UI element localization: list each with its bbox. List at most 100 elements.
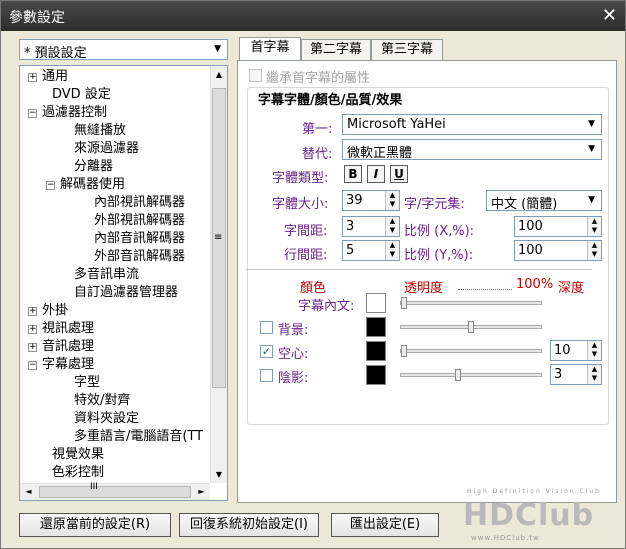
- color-row-checkbox[interactable]: [260, 321, 273, 334]
- stepper-arrows-icon[interactable]: ▲ ▼: [385, 217, 399, 236]
- opacity-slider[interactable]: [400, 321, 542, 333]
- opacity-slider[interactable]: [400, 297, 542, 309]
- char-spacing-label: 字間距:: [284, 224, 328, 239]
- tree-item-label: 特效/對齊: [74, 393, 131, 408]
- slider-knob[interactable]: [455, 369, 461, 381]
- color-row-checkbox[interactable]: [260, 369, 273, 382]
- opacity-slider[interactable]: [400, 345, 542, 357]
- primary-font-dropdown[interactable]: Microsoft YaHei ▼: [342, 114, 602, 135]
- expand-icon[interactable]: +: [28, 343, 37, 352]
- tree-horizontal-scrollbar[interactable]: ◄ III ►: [20, 482, 210, 500]
- opacity-percent: 100%: [516, 277, 554, 292]
- underline-button[interactable]: U: [390, 165, 408, 183]
- depth-stepper[interactable]: 3 ▲ ▼: [550, 364, 602, 385]
- watermark-tagline: High Definition Vision Club: [467, 488, 601, 495]
- divider: [246, 269, 592, 270]
- tab-third-subtitle[interactable]: 第三字幕: [371, 39, 443, 61]
- color-swatch[interactable]: [366, 341, 386, 361]
- alternate-font-label: 替代:: [302, 147, 333, 162]
- color-header: 顏色: [300, 281, 327, 296]
- collapse-icon[interactable]: −: [28, 361, 37, 370]
- tab-second-subtitle[interactable]: 第二字幕: [301, 39, 371, 61]
- bold-button[interactable]: B: [344, 165, 362, 183]
- slider-knob[interactable]: [401, 345, 407, 357]
- depth-value: 3: [554, 367, 563, 382]
- depth-stepper[interactable]: 10 ▲ ▼: [550, 340, 602, 361]
- charset-dropdown[interactable]: 中文 (簡體) ▼: [486, 190, 602, 212]
- tab-first-subtitle[interactable]: 首字幕: [239, 37, 301, 61]
- scroll-up-icon[interactable]: ▲: [211, 66, 227, 83]
- stepper-arrows-icon[interactable]: ▲ ▼: [587, 217, 601, 236]
- title-bar: 參數設定 ✕: [1, 1, 625, 31]
- subtitle-settings-panel: 繼承首字幕的屬性 字幕字體/顏色/品質/效果 第一: Microsoft YaH…: [237, 60, 617, 503]
- color-row-checkbox[interactable]: ✓: [260, 345, 273, 358]
- restore-default-button[interactable]: 回復系統初始設定(I): [179, 513, 319, 537]
- color-swatch[interactable]: [366, 293, 386, 313]
- scroll-right-icon[interactable]: ►: [193, 484, 210, 500]
- inherit-checkbox[interactable]: [249, 69, 262, 82]
- close-icon[interactable]: ✕: [602, 5, 617, 26]
- alternate-font-dropdown[interactable]: 微軟正黑體 ▼: [342, 139, 602, 161]
- color-swatch[interactable]: [366, 365, 386, 385]
- scale-x-label: 比例 (X,%):: [404, 224, 475, 239]
- tree-item-label: 音訊處理: [42, 339, 95, 354]
- expand-icon[interactable]: +: [28, 325, 37, 334]
- font-style-label: 字體類型:: [272, 171, 329, 186]
- preferences-window: 參數設定 ✕ * 預設設定 ▼ + 通用 DVD 設定 − 過濾器控制 無縫播放 來源過濾器…: [0, 0, 626, 549]
- char-spacing-stepper[interactable]: 3 ▲ ▼: [342, 216, 400, 237]
- opacity-slider[interactable]: [400, 369, 542, 381]
- chevron-down-icon: ▼: [588, 119, 595, 129]
- tree-item-label: 資料夾設定: [74, 411, 140, 426]
- tree-item-label: 來源過濾器: [74, 141, 140, 156]
- preset-dropdown[interactable]: * 預設設定 ▼: [19, 39, 228, 61]
- scale-x-stepper[interactable]: 100 ▲ ▼: [514, 216, 602, 237]
- color-row-label: 空心:: [278, 347, 309, 362]
- tree-item-label: 色彩控制: [52, 465, 105, 480]
- group-title: 字幕字體/顏色/品質/效果: [256, 89, 405, 108]
- scroll-down-icon[interactable]: ▼: [211, 466, 227, 483]
- tree-item-label: DVD 設定: [52, 87, 111, 102]
- collapse-icon[interactable]: −: [46, 181, 55, 190]
- charset-value: 中文 (簡體): [491, 197, 558, 212]
- depth-value: 10: [554, 343, 571, 358]
- color-row-label: 背景:: [278, 323, 309, 338]
- tree-item-label: 外部音訊解碼器: [94, 249, 186, 264]
- color-swatch[interactable]: [366, 317, 386, 337]
- line-spacing-stepper[interactable]: 5 ▲ ▼: [342, 240, 400, 261]
- settings-tree: + 通用 DVD 設定 − 過濾器控制 無縫播放 來源過濾器 分離器 − 解碼器使用 內部視訊解碼器…: [19, 65, 228, 501]
- slider-knob[interactable]: [401, 297, 407, 309]
- stepper-arrows-icon[interactable]: ▲ ▼: [587, 341, 601, 360]
- tree-item-label: 內部音訊解碼器: [94, 231, 186, 246]
- italic-button[interactable]: I: [367, 165, 385, 183]
- tree-item-label: 多音訊串流: [74, 267, 140, 282]
- stepper-arrows-icon[interactable]: ▲ ▼: [587, 241, 601, 260]
- alternate-font-value: 微軟正黑體: [347, 146, 413, 161]
- slider-knob[interactable]: [468, 321, 474, 333]
- expand-icon[interactable]: +: [28, 307, 37, 316]
- tree-item-label: 視覺效果: [52, 447, 105, 462]
- color-row-label: 字幕內文:: [298, 299, 355, 314]
- stepper-arrows-icon[interactable]: ▲ ▼: [385, 241, 399, 260]
- depth-header: 深度: [558, 281, 585, 296]
- stepper-arrows-icon[interactable]: ▲ ▼: [587, 365, 601, 384]
- scale-x-value: 100: [518, 219, 543, 234]
- scroll-left-icon[interactable]: ◄: [20, 484, 37, 500]
- export-settings-button[interactable]: 匯出設定(E): [331, 513, 439, 537]
- scale-y-stepper[interactable]: 100 ▲ ▼: [514, 240, 602, 261]
- expand-icon[interactable]: +: [28, 73, 37, 82]
- opacity-header: 透明度: [404, 281, 444, 296]
- tree-item-label: 自訂過濾器管理器: [74, 285, 179, 300]
- restore-current-button[interactable]: 還原當前的設定(R): [19, 513, 171, 537]
- h-scroll-thumb[interactable]: [39, 486, 191, 498]
- collapse-icon[interactable]: −: [28, 109, 37, 118]
- chevron-down-icon: ▼: [588, 144, 595, 154]
- tree-vertical-scrollbar[interactable]: ▲ ≡ ▼: [210, 66, 227, 483]
- tree-item-label: 字型: [74, 375, 101, 390]
- font-size-value: 39: [346, 193, 363, 208]
- font-size-stepper[interactable]: 39 ▲ ▼: [342, 190, 400, 211]
- watermark-brand: HDClub: [463, 498, 595, 533]
- font-size-label: 字體大小:: [272, 197, 329, 212]
- primary-font-value: Microsoft YaHei: [347, 117, 446, 132]
- chevron-down-icon: ▼: [214, 44, 221, 54]
- stepper-arrows-icon[interactable]: ▲ ▼: [385, 191, 399, 210]
